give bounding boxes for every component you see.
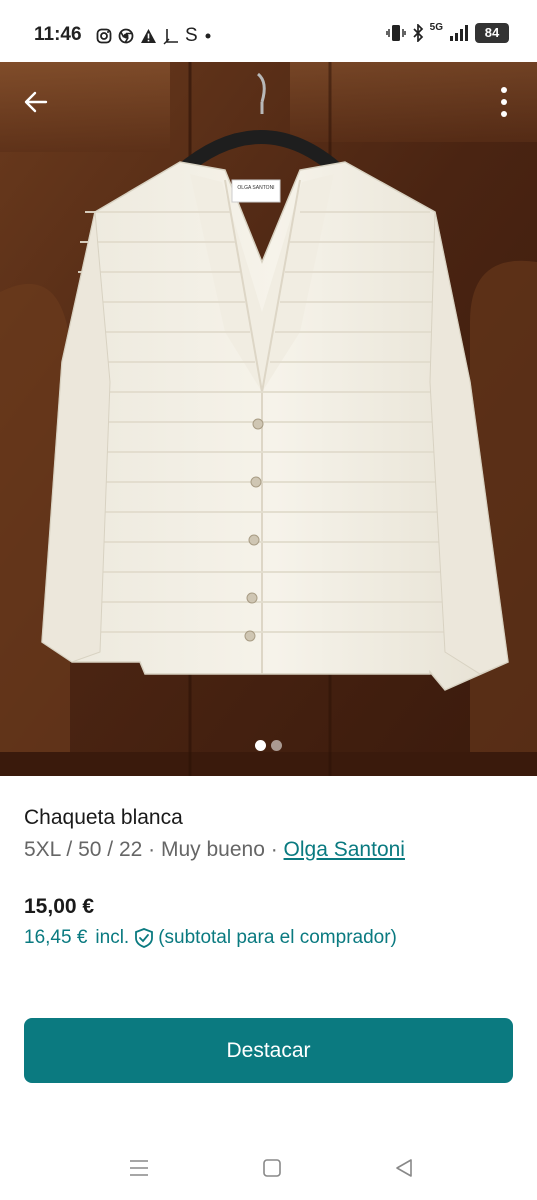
pager-dot-1[interactable]	[255, 740, 266, 751]
buyer-note: (subtotal para el comprador)	[158, 927, 397, 948]
item-title: Chaqueta blanca	[24, 806, 183, 829]
buyer-price: 16,45 €	[24, 927, 88, 948]
buyer-price-row: 16,45 € incl. (subtotal para el comprado…	[24, 927, 397, 949]
chrome-icon	[118, 28, 134, 44]
destacar-button[interactable]: Destacar	[24, 1018, 513, 1083]
recent-apps-button[interactable]	[119, 1154, 159, 1182]
nav-back-button[interactable]	[384, 1154, 424, 1182]
incl-label: incl.	[95, 927, 130, 948]
home-icon	[263, 1159, 281, 1177]
garment-tag-text: OLGA SANTONI	[237, 185, 274, 191]
more-options-button[interactable]	[489, 82, 519, 122]
arrow-left-icon	[24, 91, 48, 113]
item-meta: 5XL / 50 / 22 · Muy bueno · Olga Santoni	[24, 838, 405, 862]
item-attributes: 5XL / 50 / 22 · Muy bueno ·	[24, 838, 284, 861]
back-button[interactable]	[16, 82, 56, 122]
bluetooth-icon	[413, 24, 423, 42]
system-navbar	[0, 1130, 537, 1200]
warning-icon	[141, 29, 156, 43]
l-icon	[163, 28, 178, 44]
status-bar: 11:46 S 5G 84	[0, 0, 537, 62]
battery-indicator: 84	[475, 23, 509, 43]
instagram-icon	[96, 28, 112, 44]
photo-pager	[0, 740, 537, 751]
item-photo[interactable]: OLGA SANTONI	[0, 62, 537, 776]
menu-icon	[130, 1160, 148, 1176]
photo-scene: OLGA SANTONI	[0, 62, 537, 776]
dot-icon	[205, 33, 211, 39]
vibrate-icon	[385, 25, 406, 41]
shield-check-icon[interactable]	[133, 927, 155, 949]
home-button[interactable]	[252, 1154, 292, 1182]
signal-icon	[450, 25, 468, 41]
item-price: 15,00 €	[24, 895, 95, 918]
system-icons: 5G 84	[385, 21, 509, 43]
pager-dot-2[interactable]	[271, 740, 282, 751]
status-time: 11:46	[34, 24, 82, 45]
brand-link[interactable]: Olga Santoni	[284, 838, 405, 861]
notification-icons: S	[96, 25, 212, 47]
back-triangle-icon	[396, 1159, 412, 1177]
more-vertical-icon	[501, 87, 507, 117]
s-icon: S	[185, 25, 198, 46]
network-type-label: 5G	[429, 21, 443, 33]
